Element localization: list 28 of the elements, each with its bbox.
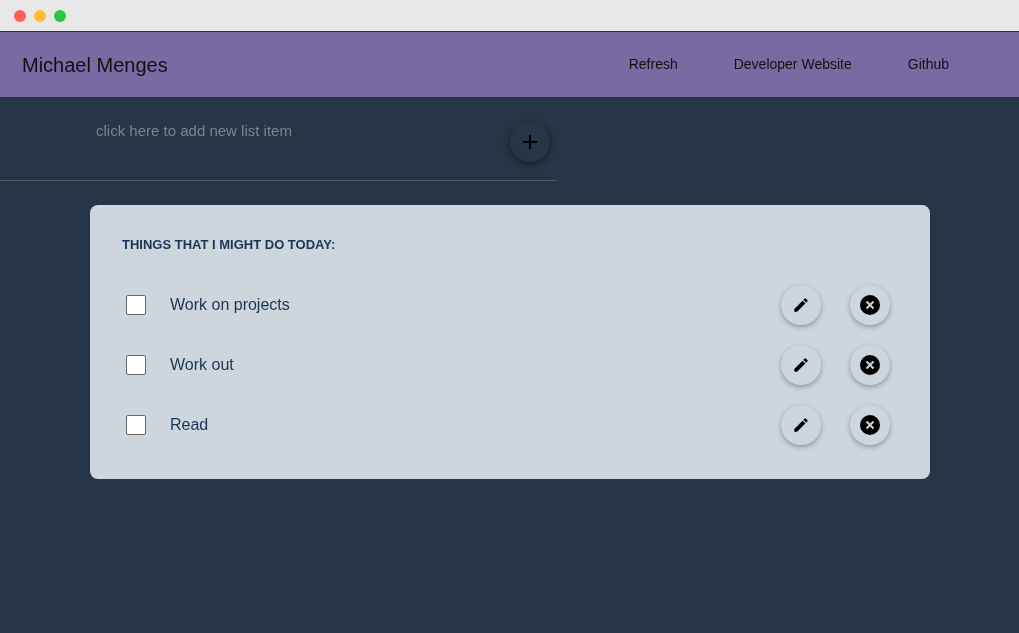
checkbox[interactable] (126, 294, 146, 315)
delete-button[interactable] (850, 344, 890, 385)
item-label: Work on projects (170, 294, 291, 315)
close-icon (860, 294, 880, 315)
pencil-icon (792, 295, 810, 314)
item-label: Work out (170, 354, 235, 375)
item-label: Read (170, 414, 210, 435)
delete-button[interactable] (850, 284, 890, 325)
nav-link[interactable]: Developer Website (733, 54, 852, 75)
window-control-dot[interactable] (34, 9, 46, 22)
delete-button[interactable] (850, 404, 890, 445)
pencil-icon (792, 415, 810, 434)
edit-button[interactable] (781, 404, 821, 445)
close-icon (860, 354, 880, 375)
plus-icon (522, 134, 538, 150)
edit-button[interactable] (781, 284, 821, 325)
close-icon (860, 414, 880, 435)
pencil-icon (792, 355, 810, 374)
list-title: THINGS THAT I MIGHT DO TODAY: (122, 236, 337, 254)
checkbox[interactable] (126, 414, 146, 435)
window-control-dot[interactable] (54, 9, 66, 22)
nav-link[interactable]: Refresh (628, 54, 678, 75)
checkbox[interactable] (126, 354, 146, 375)
window-control-dot[interactable] (14, 9, 26, 22)
app-title: Michael Menges (22, 52, 168, 78)
nav-link[interactable]: Github (907, 54, 949, 75)
edit-button[interactable] (781, 344, 821, 385)
new-item-input-field[interactable]: click here to add new list item (94, 119, 494, 144)
